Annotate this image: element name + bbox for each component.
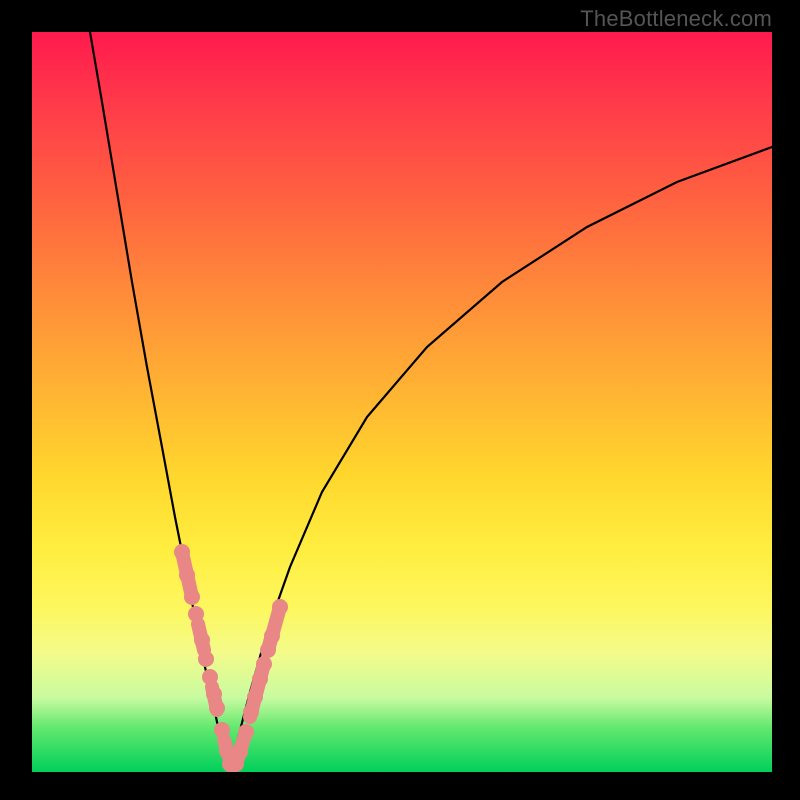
marker-dot bbox=[232, 744, 248, 760]
marker-dot bbox=[188, 606, 204, 622]
marker-dot bbox=[243, 704, 259, 720]
marker-dot bbox=[272, 599, 288, 615]
marker-dot bbox=[252, 671, 268, 687]
marker-dot bbox=[174, 544, 190, 560]
attribution-text: TheBottleneck.com bbox=[580, 6, 772, 32]
marker-dot bbox=[206, 686, 222, 702]
chart-frame bbox=[32, 32, 772, 772]
marker-dot bbox=[198, 651, 214, 667]
marker-dot bbox=[214, 722, 230, 738]
marker-dot bbox=[238, 724, 254, 740]
curve-right-branch bbox=[229, 147, 772, 770]
marker-dot bbox=[264, 628, 280, 644]
marker-dot bbox=[209, 700, 225, 716]
marker-dot bbox=[184, 589, 200, 605]
marker-dots bbox=[174, 544, 288, 772]
marker-dot bbox=[256, 656, 272, 672]
marker-dot bbox=[202, 669, 218, 685]
marker-dot bbox=[179, 567, 195, 583]
marker-dot bbox=[260, 642, 276, 658]
marker-dot bbox=[194, 632, 210, 648]
chart-svg bbox=[32, 32, 772, 772]
marker-dot bbox=[247, 689, 263, 705]
